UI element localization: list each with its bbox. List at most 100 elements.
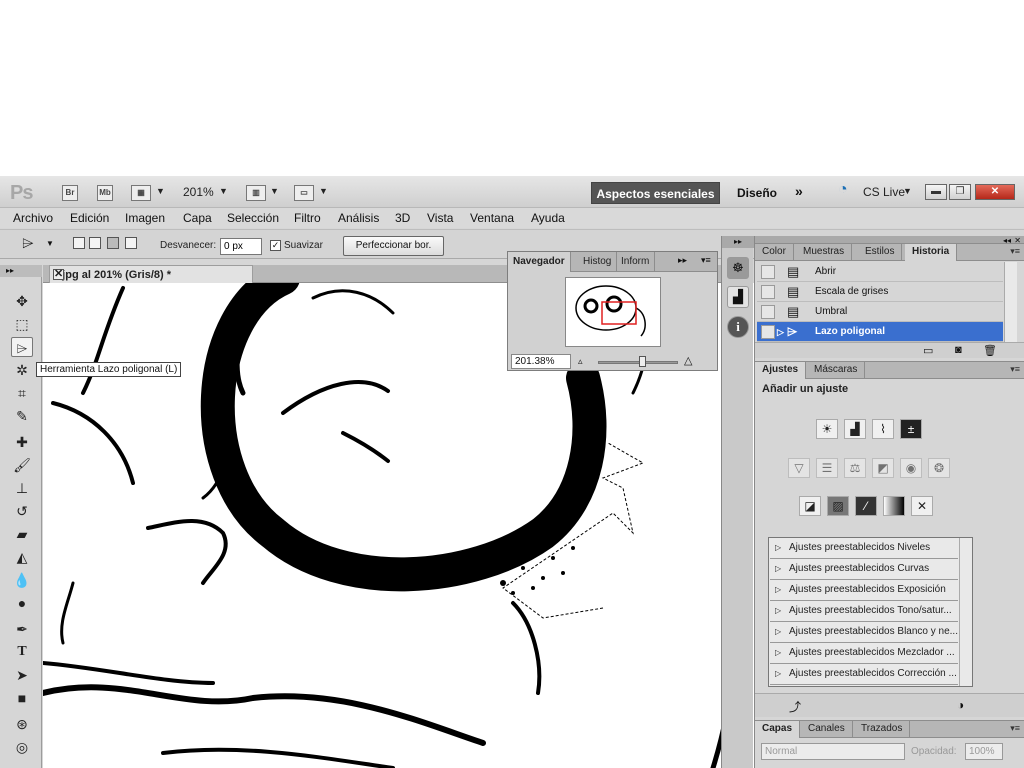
tab-swatches[interactable]: Muestras — [796, 244, 853, 261]
navigator-expand-icon[interactable]: ▸▸ — [678, 255, 687, 266]
expand-triangle-icon[interactable]: ▷ — [775, 643, 781, 663]
posterize-icon[interactable]: ▨ — [827, 496, 849, 516]
black-white-icon[interactable]: ◩ — [872, 458, 894, 478]
photo-filter-icon[interactable]: ◉ — [900, 458, 922, 478]
expand-triangle-icon[interactable]: ▷ — [775, 601, 781, 621]
tab-histogram[interactable]: Histog — [578, 252, 618, 272]
3d-orbit-tool-icon[interactable]: ◎ — [11, 737, 33, 757]
tab-layers[interactable]: Capas — [755, 721, 801, 738]
tab-masks[interactable]: Máscaras — [807, 362, 866, 379]
color-balance-icon[interactable]: ⚖ — [844, 458, 866, 478]
tab-adjustments[interactable]: Ajustes — [755, 362, 807, 379]
tab-styles[interactable]: Estilos — [858, 244, 903, 261]
brightness-contrast-icon[interactable]: ☀ — [816, 419, 838, 439]
navigator-panel-icon[interactable]: ☸ — [727, 257, 749, 279]
history-step-selected[interactable]: ▷ ⌲ Lazo poligonal — [757, 322, 1003, 342]
strip-expand-icon[interactable]: ▸▸ — [722, 236, 754, 248]
history-snapshot-box[interactable] — [761, 265, 775, 279]
eraser-tool-icon[interactable]: ▰ — [11, 524, 33, 544]
history-brush-tool-icon[interactable]: ↺ — [11, 501, 33, 521]
delete-state-icon[interactable]: 🗑 — [983, 344, 997, 357]
refine-edge-button[interactable]: Perfeccionar bor. — [343, 236, 444, 256]
document-close-icon[interactable]: ✕ — [53, 269, 64, 280]
history-scrollbar[interactable] — [1004, 262, 1017, 342]
adjustment-clip-icon[interactable]: ◑ — [957, 698, 964, 712]
history-snapshot-box[interactable] — [761, 305, 775, 319]
feather-input[interactable] — [220, 238, 262, 255]
zoom-level-select[interactable]: 201% — [183, 185, 214, 199]
invert-icon[interactable]: ◪ — [799, 496, 821, 516]
return-to-list-icon[interactable]: ⤴ — [789, 698, 801, 715]
histogram-panel-icon[interactable]: ▟ — [727, 286, 749, 308]
cs-live-caret-icon[interactable]: ▼ — [903, 186, 912, 196]
menu-capa[interactable]: Capa — [183, 211, 212, 225]
cs-live-button[interactable]: CS Live — [863, 185, 905, 199]
preset-item[interactable]: ▷ Ajustes preestablecidos Exposición — [770, 580, 958, 601]
menu-vista[interactable]: Vista — [427, 211, 453, 225]
vibrance-icon[interactable]: ▽ — [788, 458, 810, 478]
create-snapshot-icon[interactable]: ◙ — [955, 344, 962, 356]
screen-mode-caret-icon[interactable]: ▼ — [319, 186, 328, 196]
quick-selection-tool-icon[interactable]: ✲ — [11, 360, 33, 380]
opacity-input[interactable]: 100% — [965, 743, 1003, 760]
view-extras-icon[interactable]: ▦ — [131, 185, 151, 201]
toolbox-collapse-icon[interactable]: ▸▸ — [0, 265, 42, 277]
document-tab[interactable]: 1.jpg al 201% (Gris/8) * ✕ — [49, 265, 253, 283]
expand-triangle-icon[interactable]: ▷ — [775, 538, 781, 558]
zoom-caret-icon[interactable]: ▼ — [219, 186, 228, 196]
menu-archivo[interactable]: Archivo — [13, 211, 53, 225]
exposure-icon[interactable]: ± — [900, 419, 922, 439]
tab-info[interactable]: Inform — [616, 252, 656, 272]
preset-item[interactable]: ▷ Ajustes preestablecidos Blanco y ne... — [770, 622, 958, 643]
history-step[interactable]: ▤ Umbral — [757, 302, 1003, 322]
restore-icon[interactable]: ❐ — [949, 184, 971, 200]
expand-triangle-icon[interactable]: ▷ — [775, 559, 781, 579]
levels-icon[interactable]: ▟ — [844, 419, 866, 439]
history-step[interactable]: ▤ Escala de grises — [757, 282, 1003, 302]
preset-item[interactable]: ▷ Ajustes preestablecidos Niveles — [770, 538, 958, 559]
intersect-selection-icon[interactable] — [125, 237, 137, 249]
navigator-menu-icon[interactable]: ▾≡ — [701, 255, 711, 266]
menu-ventana[interactable]: Ventana — [470, 211, 514, 225]
workspace-essentials-button[interactable]: Aspectos esenciales — [591, 182, 720, 204]
workspace-design-button[interactable]: Diseño — [737, 186, 777, 200]
new-selection-icon[interactable] — [73, 237, 85, 249]
healing-brush-tool-icon[interactable]: ✚ — [11, 432, 33, 452]
rectangle-tool-icon[interactable]: ■ — [11, 688, 33, 708]
info-panel-icon[interactable]: i — [727, 316, 749, 338]
dodge-tool-icon[interactable]: ● — [11, 593, 33, 613]
gradient-map-icon[interactable] — [883, 496, 905, 516]
navigator-zoom-input[interactable]: 201.38% — [511, 354, 571, 369]
preset-item[interactable]: ▷ Ajustes preestablecidos Tono/satur... — [770, 601, 958, 622]
minimize-icon[interactable]: ▬ — [925, 184, 947, 200]
navigator-zoom-knob[interactable] — [639, 356, 646, 367]
blur-tool-icon[interactable]: 💧 — [11, 570, 33, 590]
tab-navigator[interactable]: Navegador — [508, 252, 571, 272]
polygonal-lasso-preset-icon[interactable]: ⌲ — [22, 235, 34, 252]
path-selection-tool-icon[interactable]: ➤ — [11, 665, 33, 685]
menu-filtro[interactable]: Filtro — [294, 211, 321, 225]
channel-mixer-icon[interactable]: ❂ — [928, 458, 950, 478]
layers-panel-menu-icon[interactable]: ▾≡ — [1010, 723, 1020, 734]
mini-bridge-button[interactable]: Mb — [97, 185, 113, 201]
pen-tool-icon[interactable]: ✒ — [11, 619, 33, 639]
history-panel-menu-icon[interactable]: ▾≡ — [1010, 246, 1020, 257]
paint-bucket-tool-icon[interactable]: ◭ — [11, 547, 33, 567]
arrange-caret-icon[interactable]: ▼ — [270, 186, 279, 196]
presets-scrollbar[interactable] — [959, 538, 972, 686]
tab-history[interactable]: Historia — [905, 244, 958, 261]
hue-saturation-icon[interactable]: ☰ — [816, 458, 838, 478]
tab-channels[interactable]: Canales — [801, 721, 853, 738]
screen-mode-icon[interactable]: ▭ — [294, 185, 314, 201]
zoom-out-icon[interactable]: ▵ — [578, 356, 583, 367]
preset-item[interactable]: ▷ Ajustes preestablecidos Curvas — [770, 559, 958, 580]
more-workspaces-icon[interactable]: » — [795, 183, 803, 199]
menu-3d[interactable]: 3D — [395, 211, 410, 225]
history-snapshot-box[interactable] — [761, 285, 775, 299]
add-to-selection-icon[interactable] — [89, 237, 101, 249]
crop-tool-icon[interactable]: ⌗ — [11, 383, 33, 403]
type-tool-icon[interactable]: T — [11, 642, 33, 662]
close-icon[interactable]: ✕ — [975, 184, 1015, 200]
navigator-thumbnail[interactable] — [565, 277, 661, 347]
new-document-from-state-icon[interactable]: ▭ — [923, 344, 933, 357]
